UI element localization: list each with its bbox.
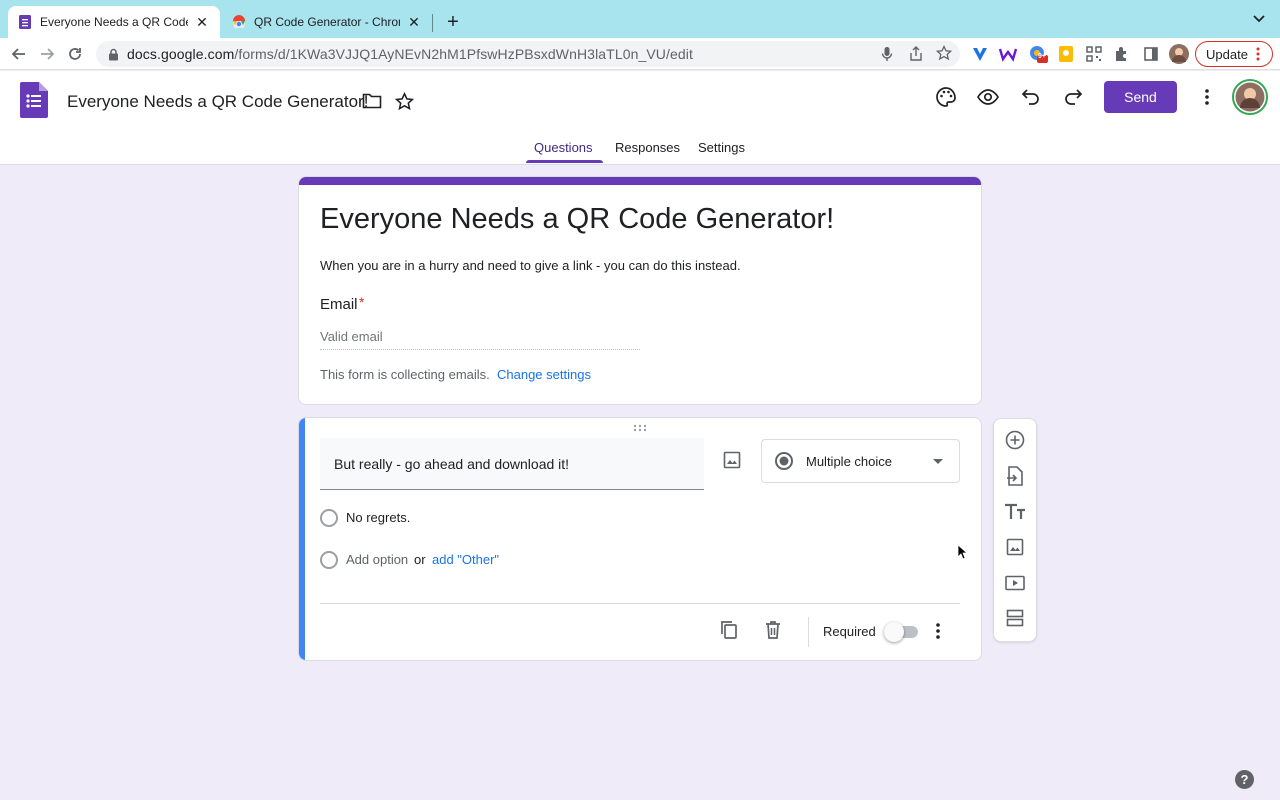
option-text[interactable]: No regrets. — [346, 510, 410, 525]
extension-v-icon[interactable] — [970, 44, 990, 64]
close-tab-icon[interactable]: ✕ — [406, 14, 422, 30]
dropdown-arrow-icon — [933, 459, 943, 465]
document-title[interactable]: Everyone Needs a QR Code Generator! — [67, 92, 368, 112]
form-description[interactable]: When you are in a hurry and need to give… — [320, 258, 741, 273]
chrome-webstore-favicon — [232, 15, 246, 29]
question-type-label: Multiple choice — [806, 453, 892, 469]
add-video-icon[interactable] — [1004, 572, 1026, 594]
tab-search-chevron-icon[interactable] — [1252, 14, 1266, 24]
browser-toolbar: docs.google.com/forms/d/1KWa3VJJQ1AyNEvN… — [0, 38, 1280, 70]
drag-handle-icon[interactable] — [632, 424, 648, 432]
tab-questions[interactable]: Questions — [534, 140, 593, 155]
tab-settings[interactable]: Settings — [698, 140, 745, 155]
send-button[interactable]: Send — [1104, 81, 1177, 113]
add-option-input[interactable]: Add option — [346, 552, 408, 567]
add-other-link[interactable]: add "Other" — [432, 552, 499, 567]
active-tab-indicator — [526, 160, 603, 163]
new-tab-button[interactable]: + — [442, 11, 464, 33]
extension-badge: 9+ — [1038, 53, 1046, 60]
radio-button-icon — [774, 451, 794, 471]
form-title[interactable]: Everyone Needs a QR Code Generator! — [320, 203, 834, 236]
tab-separator — [432, 14, 433, 32]
star-icon[interactable] — [395, 92, 414, 111]
undo-icon[interactable] — [1021, 88, 1041, 106]
update-label: Update — [1206, 46, 1248, 62]
browser-tab-qr-generator[interactable]: QR Code Generator - Chrome ✕ — [222, 6, 432, 38]
footer-separator — [808, 617, 809, 647]
change-settings-link[interactable]: Change settings — [497, 367, 591, 382]
profile-avatar[interactable] — [1168, 43, 1190, 65]
share-icon[interactable] — [909, 46, 923, 62]
forward-arrow-icon[interactable] — [36, 43, 58, 65]
tab-title: QR Code Generator - Chrome — [254, 15, 400, 29]
extension-keep-icon[interactable] — [1056, 44, 1076, 64]
help-icon[interactable]: ? — [1235, 770, 1254, 789]
chrome-update-button[interactable]: Update — [1195, 41, 1273, 67]
collecting-emails-notice: This form is collecting emails. — [320, 367, 490, 382]
extension-w-icon[interactable] — [998, 44, 1018, 64]
theme-color-bar — [299, 177, 981, 185]
move-to-folder-icon[interactable] — [362, 92, 382, 110]
bookmark-star-icon[interactable] — [936, 45, 952, 61]
email-label: Email — [320, 296, 358, 313]
url-host: docs.google.com — [127, 46, 235, 62]
add-option-radio — [320, 551, 338, 569]
option-radio — [320, 509, 338, 527]
email-field: Valid email — [320, 329, 383, 344]
active-question-indicator — [299, 418, 305, 660]
required-asterisk: * — [359, 294, 365, 310]
url-path: /forms/d/1KWa3VJJQ1AyNEvN2hM1PfswHzPBsxd… — [234, 46, 693, 62]
add-title-description-icon[interactable] — [1004, 501, 1026, 523]
or-text: or — [414, 552, 426, 567]
add-question-icon[interactable] — [1004, 429, 1026, 451]
address-bar[interactable]: docs.google.com/forms/d/1KWa3VJJQ1AyNEvN… — [96, 41, 960, 67]
required-toggle-knob[interactable] — [884, 622, 904, 642]
side-panel-icon[interactable] — [1141, 44, 1161, 64]
lock-icon — [108, 48, 119, 61]
google-forms-logo[interactable] — [20, 82, 48, 118]
add-image-icon[interactable] — [723, 451, 741, 469]
qr-code-extension-icon[interactable] — [1084, 44, 1104, 64]
google-forms-favicon — [18, 15, 32, 29]
question-title-input[interactable]: But really - go ahead and download it! — [320, 438, 704, 490]
extension-colorful-icon[interactable]: 9+ — [1028, 44, 1048, 64]
question-footer-divider — [320, 603, 960, 604]
duplicate-icon[interactable] — [720, 620, 738, 640]
add-section-icon[interactable] — [1004, 607, 1026, 629]
tab-title: Everyone Needs a QR Code Ge — [40, 15, 188, 29]
back-arrow-icon[interactable] — [8, 43, 30, 65]
reload-icon[interactable] — [64, 43, 86, 65]
tab-responses[interactable]: Responses — [615, 140, 680, 155]
redo-icon[interactable] — [1063, 88, 1083, 106]
email-field-underline — [320, 349, 640, 350]
import-questions-icon[interactable] — [1004, 465, 1026, 487]
question-more-options-icon[interactable] — [935, 622, 941, 640]
chrome-menu-icon — [1256, 47, 1260, 61]
delete-trash-icon[interactable] — [764, 620, 782, 640]
preview-eye-icon[interactable] — [977, 88, 999, 106]
required-label: Required — [823, 624, 876, 639]
close-tab-icon[interactable]: ✕ — [194, 14, 210, 30]
customize-theme-palette-icon[interactable] — [935, 86, 957, 108]
mouse-cursor-icon — [957, 544, 967, 560]
url-text: docs.google.com/forms/d/1KWa3VJJQ1AyNEvN… — [127, 46, 693, 62]
question-type-dropdown[interactable]: Multiple choice — [761, 439, 960, 483]
account-avatar[interactable] — [1232, 79, 1268, 115]
browser-tab-forms[interactable]: Everyone Needs a QR Code Ge ✕ — [8, 6, 220, 38]
add-image-icon[interactable] — [1004, 536, 1026, 558]
more-options-icon[interactable] — [1204, 88, 1210, 106]
extensions-puzzle-icon[interactable] — [1112, 44, 1132, 64]
microphone-icon[interactable] — [880, 46, 894, 62]
